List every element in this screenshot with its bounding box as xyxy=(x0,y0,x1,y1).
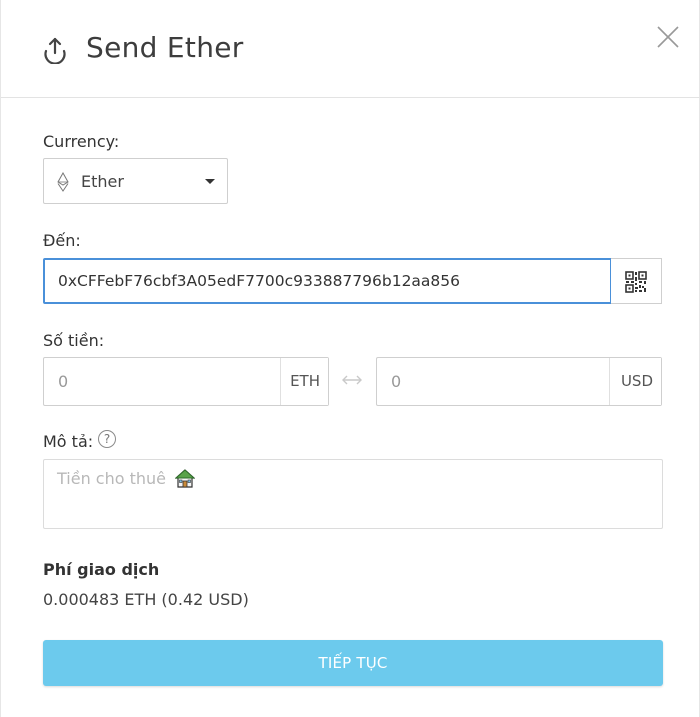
qr-code-icon xyxy=(625,271,647,293)
description-input[interactable] xyxy=(44,460,662,528)
house-icon xyxy=(175,469,195,488)
eth-amount-input[interactable] xyxy=(44,358,280,405)
upload-icon xyxy=(44,37,66,64)
usd-amount-group: USD xyxy=(376,357,662,406)
modal-title: Send Ether xyxy=(86,31,244,64)
description-label: Mô tả: xyxy=(43,432,94,451)
usd-amount-input[interactable] xyxy=(377,358,609,405)
modal-header: Send Ether xyxy=(1,0,700,98)
fee-value: 0.000483 ETH (0.42 USD) xyxy=(43,590,249,609)
ethereum-icon xyxy=(57,172,69,192)
eth-unit-label: ETH xyxy=(280,358,328,405)
continue-button[interactable]: TIẾP TỤC xyxy=(43,640,663,686)
description-field xyxy=(43,459,663,529)
currency-selected-value: Ether xyxy=(81,172,124,191)
to-label: Đến: xyxy=(43,231,81,250)
currency-select[interactable]: Ether xyxy=(43,158,228,204)
chevron-down-icon xyxy=(205,179,215,184)
help-icon[interactable]: ? xyxy=(98,430,116,448)
recipient-address-input[interactable] xyxy=(43,258,612,304)
usd-unit-label: USD xyxy=(609,358,661,405)
fee-label: Phí giao dịch xyxy=(43,560,160,579)
send-ether-modal: Send Ether Currency: Ether Đến: 0xCFFebF… xyxy=(0,0,700,717)
eth-amount-group: ETH xyxy=(43,357,329,406)
amount-label: Số tiền: xyxy=(43,331,105,350)
qr-scan-button[interactable] xyxy=(611,258,662,304)
close-icon[interactable] xyxy=(656,25,680,49)
swap-arrows-icon xyxy=(342,375,362,385)
currency-label: Currency: xyxy=(43,132,120,151)
